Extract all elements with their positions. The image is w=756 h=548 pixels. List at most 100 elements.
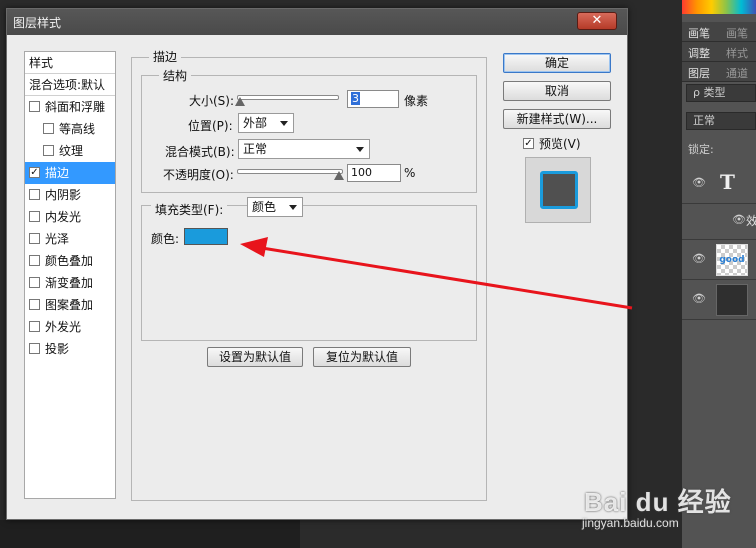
style-item[interactable]: 投影 <box>25 338 115 360</box>
style-item[interactable]: 颜色叠加 <box>25 250 115 272</box>
stroke-section-title: 描边 <box>149 48 182 65</box>
style-item-label: 图案叠加 <box>45 298 94 312</box>
checkbox-icon[interactable] <box>29 321 40 332</box>
fill-type-group <box>141 205 477 341</box>
tab-layers[interactable]: 图层 <box>688 65 710 81</box>
ok-button[interactable]: 确定 <box>503 53 611 73</box>
size-label: 大小(S): <box>189 94 235 108</box>
panel-tab-row-layers: 图层 通道 <box>682 62 756 82</box>
panel-tab-row-adjust: 调整 样式 <box>682 42 756 62</box>
style-item[interactable]: 斜面和浮雕 <box>25 96 115 118</box>
layer-thumbnail-good: good <box>716 244 748 276</box>
blend-options-item[interactable]: 混合选项:默认 <box>25 74 115 96</box>
style-item-label: 斜面和浮雕 <box>45 100 106 114</box>
watermark-url: jingyan.baidu.com <box>582 516 679 530</box>
style-item-label: 颜色叠加 <box>45 254 94 268</box>
opacity-unit: % <box>404 166 416 180</box>
cancel-button[interactable]: 取消 <box>503 81 611 101</box>
layer-blend-select[interactable]: 正常 <box>686 112 756 130</box>
eye-icon[interactable]: 👁 <box>732 214 746 226</box>
chevron-down-icon <box>356 147 364 152</box>
style-item-label: 内阴影 <box>45 188 82 202</box>
checkbox-icon[interactable] <box>43 123 54 134</box>
stroke-color-swatch[interactable] <box>184 228 228 245</box>
style-item-label: 描边 <box>45 166 70 180</box>
size-input[interactable]: 3 <box>347 90 399 108</box>
eye-icon[interactable]: 👁 <box>692 177 706 189</box>
checkbox-checked-icon[interactable]: ✓ <box>29 167 40 178</box>
opacity-slider-track[interactable] <box>237 169 343 174</box>
opacity-slider-thumb[interactable] <box>334 171 344 180</box>
style-item[interactable]: 渐变叠加 <box>25 272 115 294</box>
panel-tab-row-brush: 画笔 画笔预 <box>682 22 756 56</box>
chevron-down-icon <box>280 121 288 126</box>
style-item[interactable]: 等高线 <box>25 118 115 140</box>
style-item[interactable]: ✓ 描边 <box>25 162 115 184</box>
fill-type-select[interactable]: 颜色 <box>247 197 303 217</box>
style-item-label: 渐变叠加 <box>45 276 94 290</box>
style-preview <box>525 157 591 223</box>
tab-brush[interactable]: 画笔 <box>688 25 710 41</box>
fill-type-label: 填充类型(F): <box>151 201 228 218</box>
fill-type-value: 颜色 <box>252 200 277 214</box>
style-item[interactable]: 图案叠加 <box>25 294 115 316</box>
color-swatch-strip[interactable] <box>682 0 756 14</box>
checkbox-icon[interactable] <box>29 277 40 288</box>
style-item[interactable]: 内发光 <box>25 206 115 228</box>
style-item-label: 纹理 <box>59 144 84 158</box>
checkbox-icon[interactable] <box>29 233 40 244</box>
baidu-watermark: Bai du 经验 jingyan.baidu.com <box>582 476 752 542</box>
eye-icon[interactable]: 👁 <box>692 293 706 305</box>
close-button[interactable]: ✕ <box>577 12 617 30</box>
set-default-button[interactable]: 设置为默认值 <box>207 347 303 367</box>
blend-mode-value: 正常 <box>243 142 268 156</box>
size-value: 3 <box>351 92 360 105</box>
checkbox-icon[interactable] <box>29 255 40 266</box>
chevron-down-icon <box>289 205 297 210</box>
style-item[interactable]: 光泽 <box>25 228 115 250</box>
style-item[interactable]: 内阴影 <box>25 184 115 206</box>
size-slider-thumb[interactable] <box>235 97 245 106</box>
tab-styles[interactable]: 样式 <box>726 45 748 61</box>
tab-channels[interactable]: 通道 <box>726 65 748 81</box>
layer-thumbnail-background <box>716 284 748 316</box>
preview-checkbox[interactable]: ✓ 预览(V) <box>523 135 581 152</box>
position-label: 位置(P): <box>188 119 233 133</box>
checkbox-icon[interactable] <box>29 211 40 222</box>
eye-icon[interactable]: 👁 <box>692 253 706 265</box>
dialog-titlebar[interactable]: 图层样式 ✕ <box>7 9 627 35</box>
checkbox-icon[interactable] <box>29 299 40 310</box>
layer-row-background[interactable]: 👁 <box>682 280 756 320</box>
new-style-button[interactable]: 新建样式(W)... <box>503 109 611 129</box>
size-unit: 像素 <box>404 94 429 108</box>
layers-panel: 画笔 画笔预 调整 样式 图层 通道 ρ 类型 正常 锁定: 👁 T 👁 效 👁… <box>682 0 756 548</box>
style-item[interactable]: 外发光 <box>25 316 115 338</box>
style-item[interactable]: 纹理 <box>25 140 115 162</box>
blend-mode-select[interactable]: 正常 <box>238 139 370 159</box>
lock-label: 锁定: <box>688 143 714 156</box>
blend-mode-label: 混合模式(B): <box>165 145 235 159</box>
position-select[interactable]: 外部 <box>238 113 294 133</box>
styles-header[interactable]: 样式 <box>25 52 115 74</box>
style-item-label: 光泽 <box>45 232 70 246</box>
style-item-label: 等高线 <box>59 122 96 136</box>
checkbox-icon[interactable] <box>29 189 40 200</box>
layer-row-text[interactable]: 👁 T <box>682 164 756 204</box>
structure-title: 结构 <box>159 67 192 84</box>
checkbox-icon[interactable] <box>29 343 40 354</box>
dialog-title: 图层样式 <box>13 16 62 30</box>
checkbox-icon[interactable] <box>43 145 54 156</box>
color-label: 颜色: <box>151 232 180 246</box>
opacity-input[interactable]: 100 <box>347 164 401 182</box>
layer-filter-select[interactable]: ρ 类型 <box>686 84 756 102</box>
checkbox-icon[interactable] <box>29 101 40 112</box>
layer-row-good[interactable]: 👁 good <box>682 240 756 280</box>
style-item-label: 外发光 <box>45 320 82 334</box>
layer-row-effects[interactable]: 👁 效 <box>682 204 756 240</box>
reset-default-button[interactable]: 复位为默认值 <box>313 347 411 367</box>
watermark-logo: Bai du 经验 <box>584 487 732 517</box>
tab-adjust[interactable]: 调整 <box>688 45 710 61</box>
size-slider-track[interactable] <box>237 95 339 100</box>
style-item-label: 内发光 <box>45 210 82 224</box>
preview-thumbnail <box>540 171 578 209</box>
